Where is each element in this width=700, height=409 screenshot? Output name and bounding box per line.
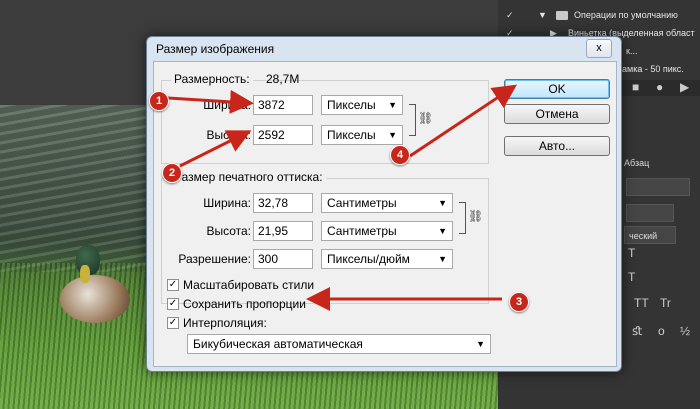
record-icon[interactable]: ● <box>656 80 663 94</box>
constrain-proportions-checkbox[interactable]: ✓ <box>167 298 179 310</box>
print-width-unit-select[interactable]: Сантиметры ▼ <box>321 193 453 213</box>
resample-checkbox[interactable]: ✓ <box>167 317 179 329</box>
pixel-width-input[interactable]: 3872 <box>253 95 313 115</box>
action-label: к... <box>626 46 638 56</box>
actions-row-default[interactable]: ✓ ▼ Операции по умолчанию <box>498 6 700 24</box>
constrain-bracket <box>409 104 416 136</box>
constrain-bracket <box>459 202 466 234</box>
interpolation-select[interactable]: Бикубическая автоматическая ▼ <box>187 334 491 354</box>
text-icon[interactable]: T <box>628 270 635 284</box>
check-icon: ✓ <box>506 10 514 20</box>
select-value: Пикселы <box>327 128 376 142</box>
duck-body <box>60 275 130 323</box>
annotation-badge-3: 3 <box>509 292 529 312</box>
cancel-button[interactable]: Отмена <box>504 104 610 124</box>
pixel-height-input[interactable]: 2592 <box>253 125 313 145</box>
resolution-unit-select[interactable]: Пикселы/дюйм ▼ <box>321 249 453 269</box>
ligature-icon[interactable]: ﬆ <box>632 324 642 338</box>
scale-styles-checkbox[interactable]: ✓ <box>167 279 179 291</box>
action-label: Операции по умолчанию <box>574 10 678 20</box>
font-style-field[interactable]: ческий <box>624 226 676 244</box>
stop-icon[interactable]: ■ <box>632 80 639 94</box>
text-style-icon[interactable]: TT <box>634 296 649 310</box>
expand-triangle-icon[interactable]: ▼ <box>538 6 547 24</box>
chevron-down-icon: ▼ <box>438 198 447 208</box>
ok-button[interactable]: OK <box>504 79 610 99</box>
pixel-dimensions-group <box>161 80 489 164</box>
chain-link-icon: ⛓ <box>418 111 434 125</box>
fraction-icon[interactable]: ½ <box>680 324 690 338</box>
image-size-value: 28,7M <box>266 72 300 86</box>
select-value: Пикселы/дюйм <box>327 252 410 266</box>
print-height-label: Высота: <box>206 224 251 238</box>
chain-link-icon: ⛓ <box>468 209 484 223</box>
print-height-input[interactable]: 21,95 <box>253 221 313 241</box>
annotation-badge-4: 4 <box>390 145 410 165</box>
play-icon[interactable]: ▶ <box>680 80 689 94</box>
annotation-badge-1: 1 <box>149 91 169 111</box>
auto-button[interactable]: Авто... <box>504 136 610 156</box>
size-field[interactable] <box>626 204 674 222</box>
pixel-dimensions-legend: Размерность: <box>171 72 253 86</box>
constrain-proportions-label: Сохранить пропорции <box>183 297 306 311</box>
print-width-label: Ширина: <box>203 196 251 210</box>
print-width-input[interactable]: 32,78 <box>253 193 313 213</box>
chevron-down-icon: ▼ <box>438 254 447 264</box>
print-size-legend: Размер печатного оттиска: <box>171 170 326 184</box>
print-height-unit-select[interactable]: Сантиметры ▼ <box>321 221 453 241</box>
dialog-content: Размерность: 28,7M Ширина: 3872 Пикселы … <box>153 61 617 367</box>
pixel-height-unit-select[interactable]: Пикселы ▼ <box>321 125 403 145</box>
resolution-input[interactable]: 300 <box>253 249 313 269</box>
tab-paragraph[interactable]: Абзац <box>624 155 684 171</box>
close-button[interactable]: x <box>586 39 612 58</box>
pixel-width-unit-select[interactable]: Пикселы ▼ <box>321 95 403 115</box>
image-size-dialog: Размер изображения x Размерность: 28,7M … <box>146 36 622 372</box>
font-field[interactable] <box>626 178 690 196</box>
select-value: Пикселы <box>327 98 376 112</box>
text-icon[interactable]: T <box>628 246 635 260</box>
pixel-width-label: Ширина: <box>203 98 251 112</box>
action-label: амка - 50 пикс. <box>622 64 684 74</box>
select-value: Сантиметры <box>327 224 397 238</box>
chevron-down-icon: ▼ <box>388 130 397 140</box>
ordinal-icon[interactable]: o <box>658 324 665 338</box>
resolution-label: Разрешение: <box>178 252 251 266</box>
dialog-title: Размер изображения <box>156 42 275 56</box>
actions-toolbar: ■ ● ▶ <box>618 80 700 96</box>
chevron-down-icon: ▼ <box>388 100 397 110</box>
folder-icon <box>556 11 568 20</box>
scale-styles-label: Масштабировать стили <box>183 278 315 292</box>
dialog-titlebar[interactable]: Размер изображения x <box>147 37 621 61</box>
select-value: Бикубическая автоматическая <box>193 337 363 351</box>
chevron-down-icon: ▼ <box>476 339 485 349</box>
select-value: Сантиметры <box>327 196 397 210</box>
resample-label: Интерполяция: <box>183 316 267 330</box>
annotation-badge-2: 2 <box>162 163 182 183</box>
duck-bill <box>80 265 90 283</box>
text-style-icon[interactable]: Tr <box>660 296 671 310</box>
pixel-height-label: Высота: <box>206 128 251 142</box>
chevron-down-icon: ▼ <box>438 226 447 236</box>
